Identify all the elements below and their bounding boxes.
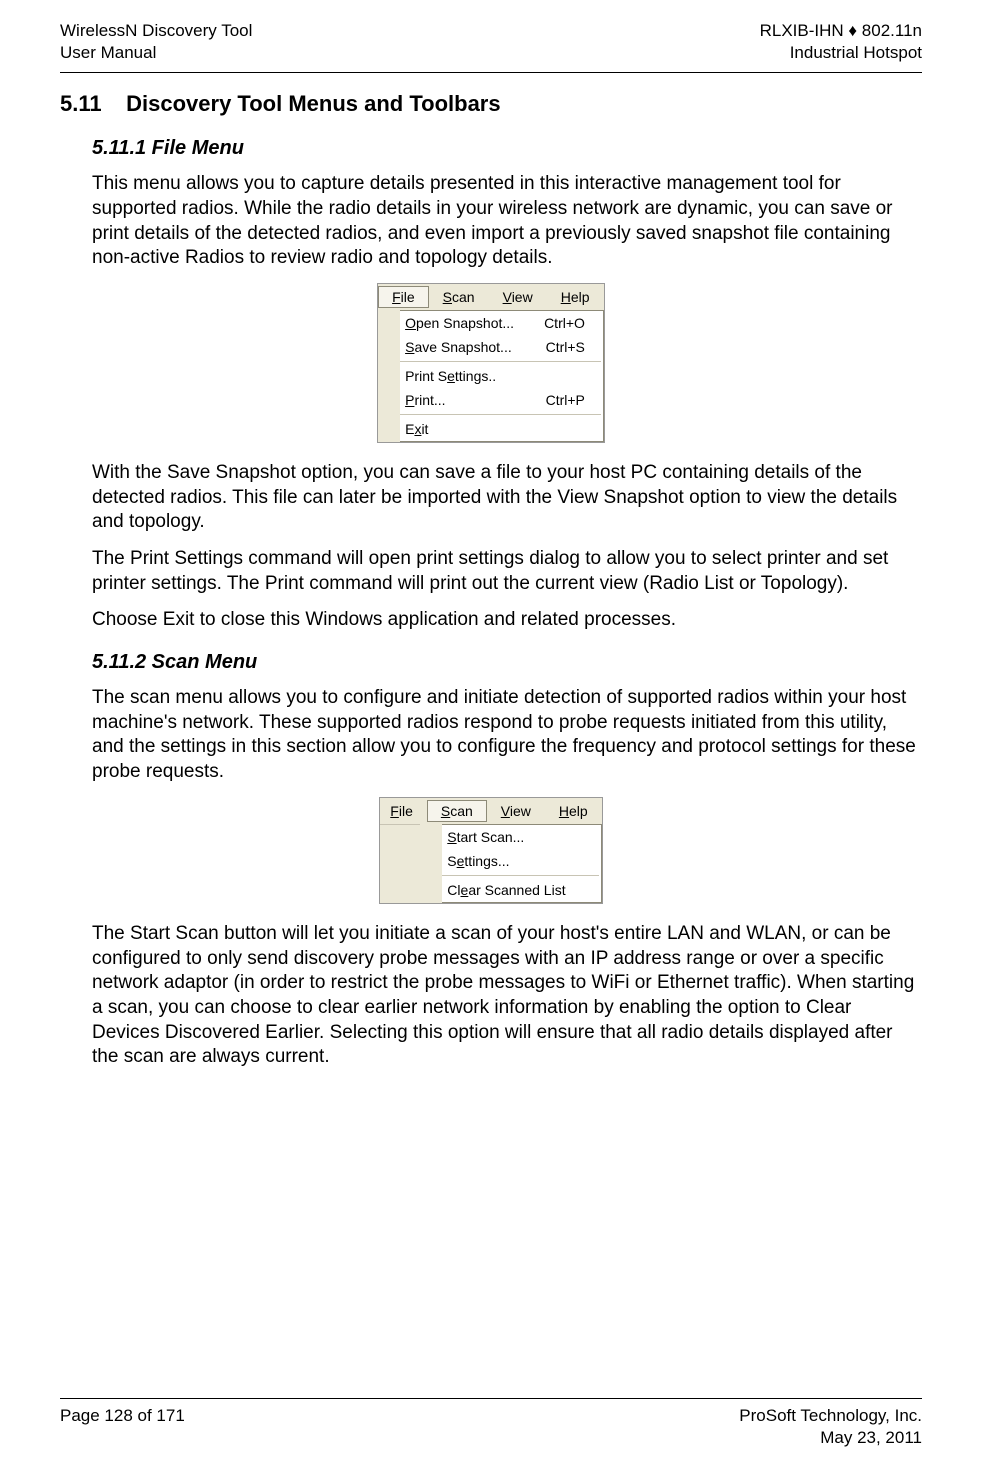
menu-separator [423, 875, 598, 876]
paragraph: With the Save Snapshot option, you can s… [92, 461, 922, 535]
paragraph: This menu allows you to capture details … [92, 172, 922, 271]
section-heading: 5.11 Discovery Tool Menus and Toolbars [60, 91, 922, 117]
shortcut-open: Ctrl+O [544, 315, 585, 331]
scan-menu-figure: File Scan View Help Start Scan... Settin… [60, 797, 922, 904]
paragraph: Choose Exit to close this Windows applic… [92, 608, 922, 633]
dropdown-icon-strip [378, 310, 400, 442]
header-left-2: User Manual [60, 42, 252, 64]
menu-scan[interactable]: Scan [429, 286, 489, 308]
shortcut-print: Ctrl+P [546, 392, 585, 408]
menu-file[interactable]: File [378, 286, 429, 308]
menubar: File Scan View Help Open Snapshot... Ctr… [377, 283, 605, 443]
section-title: Discovery Tool Menus and Toolbars [126, 91, 500, 116]
menu-help[interactable]: Help [547, 286, 604, 308]
menu-item-print-settings[interactable]: Print Settings.. [379, 364, 603, 388]
footer-page-number: Page 128 of 171 [60, 1405, 185, 1449]
menu-view[interactable]: View [487, 800, 545, 822]
menu-item-save-snapshot[interactable]: Save Snapshot... Ctrl+S [379, 335, 603, 359]
dropdown-icon-strip [420, 824, 442, 903]
file-menu-figure: File Scan View Help Open Snapshot... Ctr… [60, 283, 922, 443]
menu-scan[interactable]: Scan [427, 800, 487, 822]
footer-company: ProSoft Technology, Inc. [739, 1405, 922, 1427]
menu-item-print[interactable]: Print... Ctrl+P [379, 388, 603, 412]
section-number: 5.11 [60, 91, 120, 117]
menu-item-clear-scanned[interactable]: Clear Scanned List [421, 878, 600, 902]
paragraph: The Start Scan button will let you initi… [92, 922, 922, 1070]
header-right-2: Industrial Hotspot [760, 42, 922, 64]
menu-item-start-scan[interactable]: Start Scan... [421, 825, 600, 849]
file-dropdown: Open Snapshot... Ctrl+O Save Snapshot...… [378, 310, 604, 442]
page-footer: Page 128 of 171 ProSoft Technology, Inc.… [60, 1398, 922, 1449]
menu-help[interactable]: Help [545, 800, 602, 822]
scan-dropdown: Start Scan... Settings... Clear Scanned … [420, 824, 601, 903]
paragraph: The Print Settings command will open pri… [92, 547, 922, 596]
menu-item-open-snapshot[interactable]: Open Snapshot... Ctrl+O [379, 311, 603, 335]
paragraph: The scan menu allows you to configure an… [92, 686, 922, 785]
sub-heading-file-menu: 5.11.1 File Menu [92, 137, 922, 160]
menu-separator [381, 361, 601, 362]
menu-item-exit[interactable]: Exit [379, 417, 603, 441]
footer-date: May 23, 2011 [739, 1427, 922, 1449]
menu-view[interactable]: View [489, 286, 547, 308]
shortcut-save: Ctrl+S [546, 339, 585, 355]
menu-file[interactable]: File [380, 800, 427, 822]
menubar: File Scan View Help Start Scan... Settin… [379, 797, 602, 904]
page-header: WirelessN Discovery Tool User Manual RLX… [60, 20, 922, 73]
sub-heading-scan-menu: 5.11.2 Scan Menu [92, 651, 922, 674]
menu-item-scan-settings[interactable]: Settings... [421, 849, 600, 873]
menu-separator [381, 414, 601, 415]
header-left-1: WirelessN Discovery Tool [60, 20, 252, 42]
header-right-1: RLXIB-IHN ♦ 802.11n [760, 20, 922, 42]
